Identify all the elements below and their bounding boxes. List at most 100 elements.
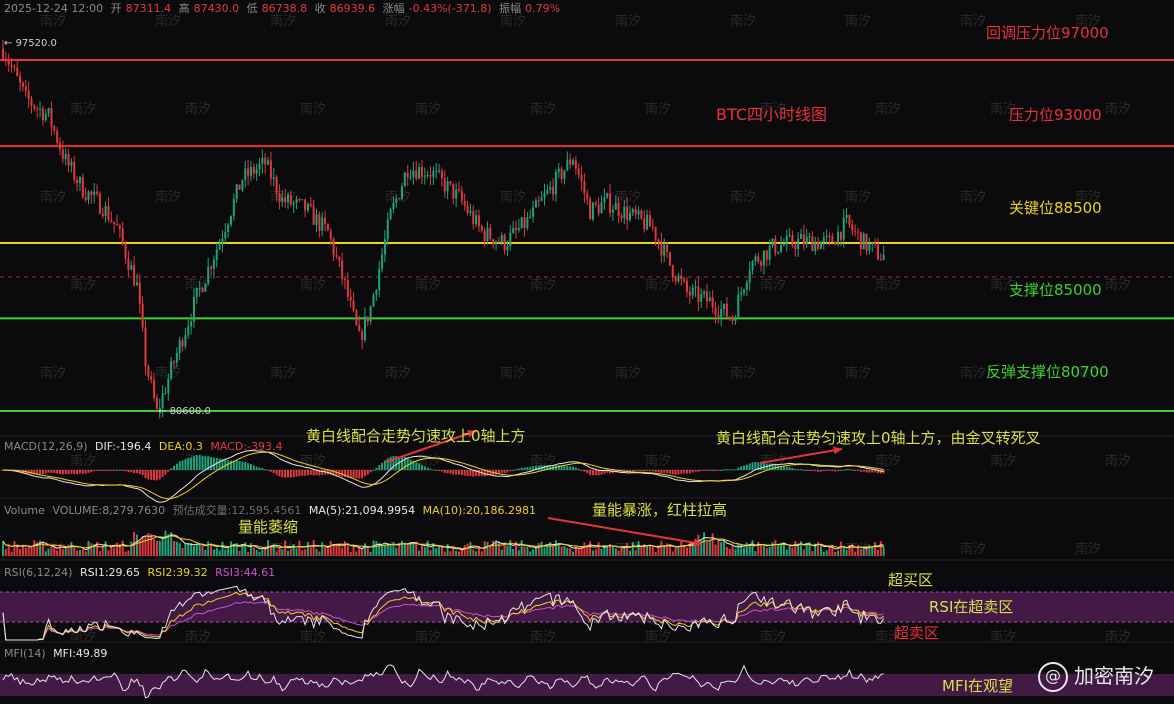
rsi2-value: RSI2:39.32: [147, 566, 208, 579]
volume-bar: [406, 543, 409, 556]
macd-bar: [378, 465, 381, 470]
candle-body: [560, 168, 563, 179]
macd-bar: [284, 470, 287, 478]
watermark-mark: 南汐: [645, 101, 671, 117]
watermark-mark: 南汐: [185, 101, 211, 117]
candle-body: [614, 202, 617, 210]
macd-bar: [720, 469, 723, 471]
volume-bar: [874, 542, 877, 556]
candle-body: [332, 239, 335, 256]
macd-bar: [871, 470, 874, 473]
candle-body: [335, 255, 338, 257]
volume-bar: [683, 546, 686, 556]
macd-bar: [851, 469, 854, 471]
volume-bar: [324, 546, 327, 556]
macd-bar: [688, 470, 691, 474]
candle-body: [637, 210, 640, 215]
watermark-mark: 南汐: [875, 453, 901, 469]
watermark-mark: 南汐: [70, 277, 96, 293]
watermark-mark: 南汐: [530, 277, 556, 293]
macd-bar: [834, 470, 837, 472]
volume-bar: [144, 536, 147, 556]
candle-body: [221, 238, 224, 243]
candle-body: [395, 198, 398, 203]
macd-bar: [78, 470, 81, 474]
volume-bar: [745, 542, 748, 556]
candle-body: [543, 193, 546, 198]
candle-body: [175, 352, 178, 363]
macd-bar: [580, 470, 583, 471]
macd-bar: [643, 470, 646, 472]
macd-bar: [352, 470, 355, 478]
macd-bar: [39, 470, 42, 474]
watermark-mark: 南汐: [40, 365, 66, 381]
candle-body: [164, 393, 167, 395]
volume-bar: [386, 545, 389, 556]
candle-body: [210, 266, 213, 269]
candle-body: [611, 209, 614, 213]
macd-bar: [666, 470, 669, 473]
macd-bar: [458, 470, 460, 475]
volume-bar: [403, 543, 406, 556]
macd-bar: [173, 465, 175, 470]
macd-bar: [93, 470, 96, 472]
volume-bar: [61, 549, 64, 556]
macd-bar: [372, 469, 375, 471]
candle-body: [486, 227, 489, 242]
volume-bar: [540, 541, 543, 556]
candle-body: [740, 292, 743, 295]
volume-bar: [552, 546, 555, 556]
volume-bar: [227, 547, 230, 556]
watermark-mark: 南汐: [185, 277, 211, 293]
macd-bar: [295, 470, 298, 477]
watermark-mark: 南汐: [415, 277, 441, 293]
candle-body: [577, 168, 580, 175]
macd-bar: [814, 470, 817, 472]
volume-bar: [837, 550, 840, 556]
macd-bar: [301, 470, 304, 476]
watermark-mark: 南汐: [645, 453, 671, 469]
macd-bar: [184, 459, 187, 470]
candle-body: [597, 204, 600, 214]
candle-body: [489, 227, 492, 240]
macd-bar: [572, 466, 574, 470]
macd-bar: [469, 470, 472, 477]
candle-body: [93, 191, 96, 195]
volume-bar: [463, 545, 466, 556]
candle-body: [583, 181, 586, 194]
volume-bar: [774, 540, 777, 556]
candle-body: [252, 166, 255, 174]
macd-bar: [811, 470, 814, 472]
candle-body: [754, 256, 757, 262]
macd-bar: [247, 463, 250, 470]
candle-body: [629, 212, 631, 221]
candle-body: [751, 261, 754, 271]
volume-bar: [634, 550, 637, 556]
candle-body: [503, 235, 506, 251]
macd-bar: [677, 470, 680, 475]
macd-bar: [96, 470, 99, 471]
volume-bar: [854, 551, 857, 556]
volume-bar: [135, 534, 138, 556]
candle-body: [98, 193, 101, 214]
candle-body: [150, 376, 153, 380]
macd-bar: [432, 469, 435, 471]
macd-bar: [517, 468, 520, 470]
candle-body: [381, 254, 384, 269]
candle-body: [118, 225, 121, 229]
candle-body: [329, 230, 332, 240]
volume-bar: [309, 547, 312, 556]
candle-body: [244, 168, 247, 181]
volume-bar: [375, 541, 378, 556]
candle-body: [56, 130, 59, 143]
mfi-legend: MFI(14) MFI:49.89: [4, 647, 111, 660]
macd-bar: [506, 470, 509, 473]
volume-bar: [47, 548, 50, 556]
volume-bar: [56, 550, 59, 556]
candle-body: [825, 235, 828, 238]
macd-bar: [87, 470, 90, 473]
macd-note-1: 黄白线配合走势匀速攻上0轴上方: [306, 427, 526, 445]
volume-bar: [677, 546, 680, 556]
candle-body: [705, 291, 708, 302]
candle-body: [882, 254, 885, 261]
